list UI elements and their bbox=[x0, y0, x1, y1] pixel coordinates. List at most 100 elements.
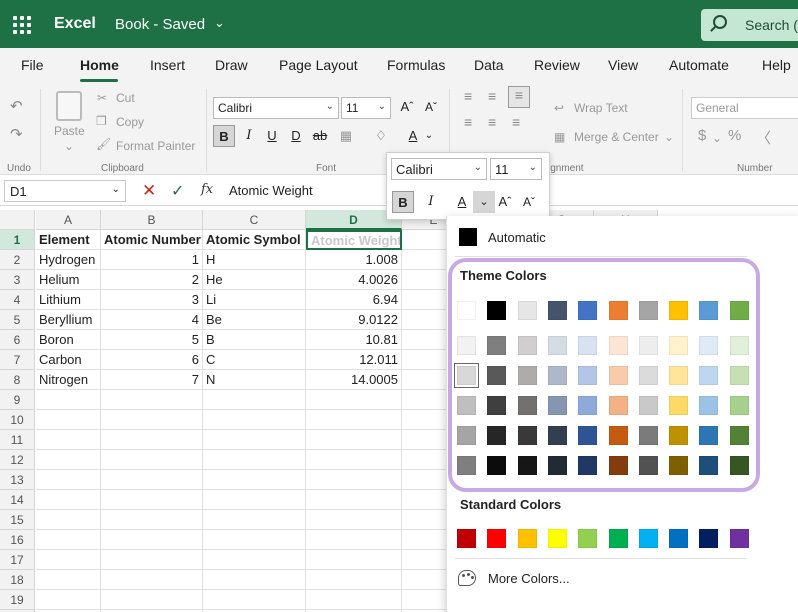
cell-c17[interactable] bbox=[203, 550, 306, 570]
row-header-14[interactable]: 14 bbox=[0, 490, 35, 510]
theme-color-swatch[interactable] bbox=[547, 366, 567, 385]
theme-color-swatch[interactable] bbox=[547, 456, 567, 475]
standard-color-swatch[interactable] bbox=[457, 529, 476, 548]
theme-color-swatch[interactable] bbox=[547, 301, 567, 320]
app-launcher-icon[interactable] bbox=[13, 16, 31, 34]
cell-b19[interactable] bbox=[101, 590, 203, 610]
theme-color-swatch[interactable] bbox=[578, 301, 598, 320]
theme-color-swatch[interactable] bbox=[487, 426, 507, 445]
chevron-down-icon[interactable]: ⌄ bbox=[473, 191, 495, 213]
tab-insert[interactable]: Insert bbox=[150, 57, 185, 73]
row-header-17[interactable]: 17 bbox=[0, 550, 35, 570]
theme-color-swatch[interactable] bbox=[699, 426, 719, 445]
mini-increase-font-button[interactable]: Aˆ bbox=[494, 191, 516, 213]
theme-color-swatch[interactable] bbox=[669, 456, 689, 475]
cell-c2[interactable]: H bbox=[203, 250, 306, 270]
theme-color-swatch[interactable] bbox=[729, 366, 749, 385]
row-header-10[interactable]: 10 bbox=[0, 410, 35, 430]
standard-color-swatch[interactable] bbox=[638, 529, 658, 548]
theme-color-swatch[interactable] bbox=[608, 301, 628, 320]
theme-color-swatch[interactable] bbox=[487, 366, 507, 385]
theme-color-swatch[interactable] bbox=[578, 456, 598, 475]
column-header-c[interactable]: C bbox=[203, 210, 306, 230]
theme-color-swatch[interactable] bbox=[638, 336, 658, 355]
cell-a3[interactable]: Helium bbox=[36, 270, 101, 290]
cell-a8[interactable]: Nitrogen bbox=[36, 370, 101, 390]
mini-font-name-select[interactable]: Calibri ⌄ bbox=[391, 158, 487, 180]
standard-color-swatch[interactable] bbox=[669, 529, 689, 548]
theme-color-swatch[interactable] bbox=[517, 456, 537, 475]
row-header-8[interactable]: 8 bbox=[0, 370, 35, 390]
theme-color-swatch[interactable] bbox=[457, 426, 476, 445]
cell-b9[interactable] bbox=[101, 390, 203, 410]
cell-d15[interactable] bbox=[306, 510, 402, 530]
cell-b3[interactable]: 2 bbox=[101, 270, 203, 290]
cell-b16[interactable] bbox=[101, 530, 203, 550]
theme-color-swatch[interactable] bbox=[547, 336, 567, 355]
cell-d6[interactable]: 10.81 bbox=[306, 330, 402, 350]
formula-input[interactable]: Atomic Weight bbox=[229, 183, 313, 198]
align-bottom-icon[interactable]: ≡ bbox=[508, 86, 530, 108]
borders-icon[interactable]: ▦ bbox=[335, 125, 357, 147]
cell-d5[interactable]: 9.0122 bbox=[306, 310, 402, 330]
cell-b18[interactable] bbox=[101, 570, 203, 590]
redo-icon[interactable]: ↷ bbox=[10, 125, 23, 143]
mini-bold-button[interactable]: B bbox=[392, 191, 414, 213]
tab-review[interactable]: Review bbox=[534, 57, 580, 73]
cancel-icon[interactable]: ✕ bbox=[142, 181, 156, 201]
cell-b4[interactable]: 3 bbox=[101, 290, 203, 310]
wrap-text-button[interactable]: Wrap Text bbox=[574, 101, 628, 115]
theme-color-swatch[interactable] bbox=[729, 336, 749, 355]
theme-color-swatch[interactable] bbox=[729, 456, 749, 475]
fill-color-icon[interactable]: ♢ bbox=[370, 125, 392, 147]
theme-color-swatch[interactable] bbox=[699, 301, 719, 320]
tab-formulas[interactable]: Formulas bbox=[387, 57, 445, 73]
cell-a16[interactable] bbox=[36, 530, 101, 550]
theme-color-swatch[interactable] bbox=[608, 456, 628, 475]
standard-color-swatch[interactable] bbox=[517, 529, 537, 548]
cell-d2[interactable]: 1.008 bbox=[306, 250, 402, 270]
tab-draw[interactable]: Draw bbox=[215, 57, 248, 73]
undo-icon[interactable]: ↶ bbox=[10, 97, 23, 115]
chevron-down-icon[interactable]: ⌄ bbox=[418, 125, 440, 147]
cell-c3[interactable]: He bbox=[203, 270, 306, 290]
theme-color-swatch[interactable] bbox=[578, 426, 598, 445]
row-header-2[interactable]: 2 bbox=[0, 250, 35, 270]
tab-view[interactable]: View bbox=[608, 57, 638, 73]
cell-a13[interactable] bbox=[36, 470, 101, 490]
cell-a1[interactable]: Element bbox=[36, 230, 101, 250]
paste-button[interactable]: Paste bbox=[54, 124, 85, 138]
theme-color-swatch[interactable] bbox=[638, 456, 658, 475]
cell-c14[interactable] bbox=[203, 490, 306, 510]
double-underline-button[interactable]: D bbox=[285, 125, 307, 147]
paste-icon[interactable] bbox=[56, 91, 82, 121]
percent-icon[interactable]: % bbox=[728, 127, 741, 144]
standard-color-swatch[interactable] bbox=[547, 529, 567, 548]
cell-d19[interactable] bbox=[306, 590, 402, 610]
cell-c7[interactable]: C bbox=[203, 350, 306, 370]
cell-c10[interactable] bbox=[203, 410, 306, 430]
tab-automate[interactable]: Automate bbox=[669, 57, 729, 73]
cell-b6[interactable]: 5 bbox=[101, 330, 203, 350]
theme-color-swatch[interactable] bbox=[699, 396, 719, 415]
cell-c1[interactable]: Atomic Symbol bbox=[203, 230, 306, 250]
column-header-b[interactable]: B bbox=[101, 210, 203, 230]
cell-d1[interactable]: Atomic Weight bbox=[306, 230, 402, 250]
app-name[interactable]: Excel bbox=[54, 15, 96, 33]
more-colors-option[interactable]: More Colors... bbox=[488, 571, 570, 586]
theme-color-swatch[interactable] bbox=[517, 426, 537, 445]
cell-b10[interactable] bbox=[101, 410, 203, 430]
copy-button[interactable]: Copy bbox=[116, 115, 144, 129]
cell-b17[interactable] bbox=[101, 550, 203, 570]
cell-a9[interactable] bbox=[36, 390, 101, 410]
cell-b1[interactable]: Atomic Number bbox=[101, 230, 203, 250]
cell-a10[interactable] bbox=[36, 410, 101, 430]
tab-data[interactable]: Data bbox=[474, 57, 504, 73]
cell-b8[interactable]: 7 bbox=[101, 370, 203, 390]
tab-help[interactable]: Help bbox=[762, 57, 791, 73]
cell-c15[interactable] bbox=[203, 510, 306, 530]
cell-c6[interactable]: B bbox=[203, 330, 306, 350]
row-header-3[interactable]: 3 bbox=[0, 270, 35, 290]
row-header-9[interactable]: 9 bbox=[0, 390, 35, 410]
cell-c12[interactable] bbox=[203, 450, 306, 470]
